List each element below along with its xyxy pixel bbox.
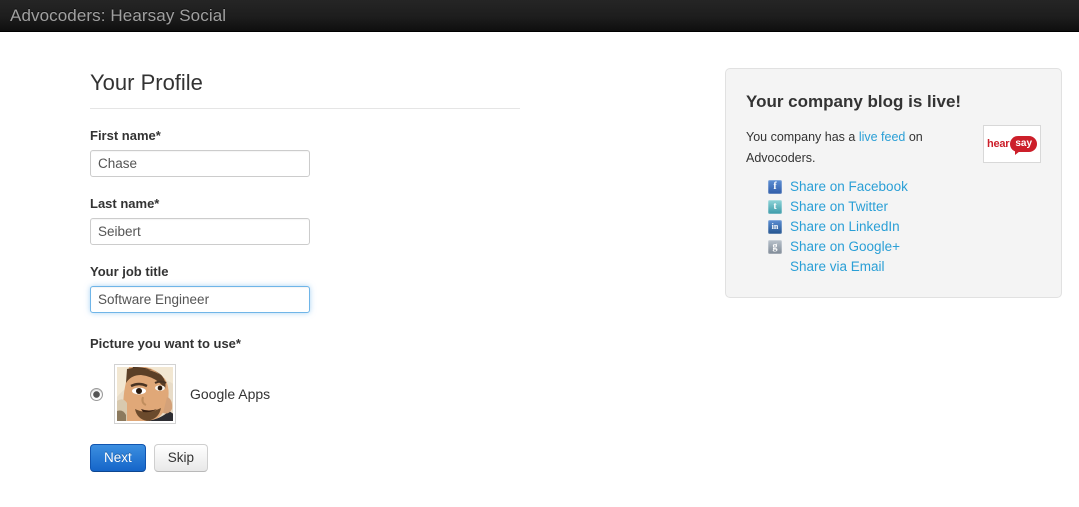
top-navbar: Advocoders: Hearsay Social — [0, 0, 1079, 32]
title-divider — [90, 108, 520, 109]
no-icon — [768, 260, 782, 274]
share-on-facebook-link[interactable]: Share on Facebook — [790, 178, 908, 196]
first-name-label: First name* — [90, 128, 161, 143]
list-item[interactable]: t Share on Twitter — [768, 197, 1041, 217]
form-button-row: Next Skip — [90, 444, 690, 472]
field-group-last-name: Last name* — [90, 195, 690, 245]
field-group-picture: Picture you want to use* Google Apps — [90, 335, 690, 424]
job-title-input[interactable] — [90, 286, 310, 313]
share-on-twitter-link[interactable]: Share on Twitter — [790, 198, 888, 216]
blog-panel-description: You company has a live feed on Advocoder… — [746, 127, 961, 169]
list-item[interactable]: f Share on Facebook — [768, 177, 1041, 197]
share-on-linkedin-link[interactable]: Share on LinkedIn — [790, 218, 900, 236]
job-title-label: Your job title — [90, 264, 169, 279]
hearsay-logo: hear say — [983, 125, 1041, 163]
facebook-icon: f — [768, 180, 782, 194]
share-links-list: f Share on Facebook t Share on Twitter i… — [746, 177, 1041, 277]
last-name-label: Last name* — [90, 196, 160, 211]
page-title: Your Profile — [90, 70, 203, 95]
blog-panel-title: Your company blog is live! — [746, 92, 962, 111]
company-blog-panel: Your company blog is live! hear say You … — [725, 68, 1062, 298]
googleplus-icon: g — [768, 240, 782, 254]
field-group-job-title: Your job title — [90, 263, 690, 313]
skip-button[interactable]: Skip — [153, 444, 209, 472]
twitter-icon: t — [768, 200, 782, 214]
hearsay-logo-bubble-say: say — [1010, 136, 1038, 155]
next-button[interactable]: Next — [90, 444, 146, 472]
list-item[interactable]: Share via Email — [768, 257, 1041, 277]
live-feed-link[interactable]: live feed — [859, 130, 906, 144]
profile-form-column: Your Profile First name* Last name* Your… — [90, 70, 690, 472]
first-name-input[interactable] — [90, 150, 310, 177]
picture-option-row[interactable]: Google Apps — [90, 364, 690, 424]
blog-panel-body: hear say You company has a live feed on … — [746, 125, 1041, 277]
description-text-before: You company has a — [746, 130, 859, 144]
navbar-brand-title[interactable]: Advocoders: Hearsay Social — [10, 5, 226, 27]
picture-label: Picture you want to use* — [90, 336, 241, 351]
avatar-thumbnail-frame[interactable] — [114, 364, 176, 424]
linkedin-icon: in — [768, 220, 782, 234]
hearsay-logo-text-hear: hear — [986, 137, 1010, 150]
picture-radio-google-apps[interactable] — [90, 387, 103, 401]
field-group-first-name: First name* — [90, 127, 690, 177]
last-name-input[interactable] — [90, 218, 310, 245]
picture-option-label: Google Apps — [190, 386, 271, 402]
share-via-email-link[interactable]: Share via Email — [790, 258, 885, 276]
avatar-photo — [117, 367, 173, 421]
list-item[interactable]: g Share on Google+ — [768, 237, 1041, 257]
list-item[interactable]: in Share on LinkedIn — [768, 217, 1041, 237]
share-on-googleplus-link[interactable]: Share on Google+ — [790, 238, 900, 256]
